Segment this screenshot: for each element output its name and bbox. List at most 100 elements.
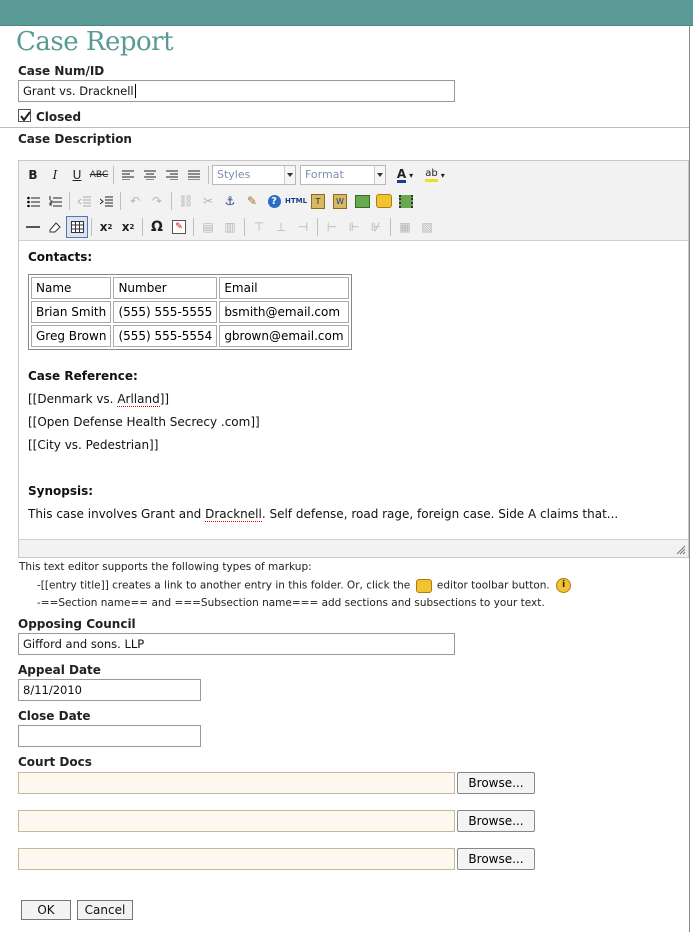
insert-row-before-icon[interactable]: ⊤: [248, 216, 270, 238]
table-cell: gbrown@email.com: [219, 325, 349, 347]
italic-icon[interactable]: I: [44, 164, 66, 186]
table-cell: (555) 555-5554: [113, 325, 218, 347]
case-num-label: Case Num/ID: [18, 64, 105, 78]
rich-text-editor[interactable]: B I U ABC Styles Format A ▾ ab ▾ ↶ ↷ ⛓ ✂ ⚓…: [18, 160, 689, 558]
appeal-date-label: Appeal Date: [18, 663, 101, 677]
divider: [0, 127, 689, 128]
closed-checkbox[interactable]: [18, 109, 31, 122]
case-num-input[interactable]: Grant vs. Dracknell: [18, 80, 455, 102]
insert-col-after-icon[interactable]: ⊩: [343, 216, 365, 238]
opposing-council-label: Opposing Council: [18, 617, 136, 631]
bold-icon[interactable]: B: [22, 164, 44, 186]
markup-help-intro: This text editor supports the following …: [19, 561, 312, 573]
toolbar-row-1: B I U ABC Styles Format A ▾ ab ▾: [22, 164, 450, 186]
markup-help-line-2: -==Section name== and ===Subsection name…: [37, 597, 545, 609]
entry-link-icon: [415, 578, 432, 593]
spelling-error: Dracknell: [205, 507, 262, 522]
styles-label: Styles: [217, 168, 251, 181]
browse-button[interactable]: Browse...: [457, 848, 535, 870]
opposing-council-input[interactable]: Gifford and sons. LLP: [18, 633, 455, 655]
special-character-icon[interactable]: Ω: [146, 216, 168, 238]
text-color-icon[interactable]: A ▾: [390, 164, 420, 186]
table-row: Brian Smith (555) 555-5555 bsmith@email.…: [31, 301, 349, 323]
table-header-cell: Name: [31, 277, 112, 299]
appeal-date-input[interactable]: 8/11/2010: [18, 679, 201, 701]
table-properties-icon[interactable]: ▤: [197, 216, 219, 238]
paste-word-icon[interactable]: W: [329, 190, 351, 212]
court-docs-label: Court Docs: [18, 755, 92, 769]
insert-media-icon[interactable]: [395, 190, 417, 212]
paste-text-icon[interactable]: T: [307, 190, 329, 212]
info-icon[interactable]: i: [556, 578, 572, 593]
browse-button[interactable]: Browse...: [457, 772, 535, 794]
delete-table-icon[interactable]: ▥: [219, 216, 241, 238]
file-path-input[interactable]: [18, 772, 455, 794]
close-date-input[interactable]: [18, 725, 201, 747]
synopsis-heading: Synopsis:: [28, 484, 94, 498]
align-right-icon[interactable]: [161, 164, 183, 186]
opposing-council-value: Gifford and sons. LLP: [23, 637, 145, 651]
align-justify-icon[interactable]: [183, 164, 205, 186]
resize-grip-icon[interactable]: [676, 545, 686, 555]
redo-icon[interactable]: ↷: [146, 190, 168, 212]
format-dropdown[interactable]: Format: [300, 165, 386, 185]
insert-image-icon[interactable]: [351, 190, 373, 212]
table-header-row: Name Number Email: [31, 277, 349, 299]
anchor-icon[interactable]: ⚓: [219, 190, 241, 212]
eraser-icon[interactable]: [44, 216, 66, 238]
markup-help-line-1: -[[entry title]] creates a link to anoth…: [37, 578, 572, 593]
file-path-input[interactable]: [18, 810, 455, 832]
subscript-icon[interactable]: x2: [95, 216, 117, 238]
table-cell: (555) 555-5555: [113, 301, 218, 323]
browse-button[interactable]: Browse...: [457, 810, 535, 832]
case-num-value: Grant vs. Dracknell: [23, 84, 134, 98]
toolbar-row-3: x2 x2 Ω ✎ ▤ ▥ ⊤ ⊥ ⊣ ⊢ ⊩ ⊮ ▦ ▧: [22, 216, 438, 238]
insert-col-before-icon[interactable]: ⊢: [321, 216, 343, 238]
toolbar-row-2: ↶ ↷ ⛓ ✂ ⚓ ✎ ? HTML T W: [22, 190, 417, 212]
insert-row-after-icon[interactable]: ⊥: [270, 216, 292, 238]
table-header-cell: Email: [219, 277, 349, 299]
spellcheck-icon[interactable]: ✎: [168, 216, 190, 238]
editor-content[interactable]: Contacts: Name Number Email Brian Smith …: [19, 240, 688, 540]
numbered-list-icon[interactable]: [44, 190, 66, 212]
undo-icon[interactable]: ↶: [124, 190, 146, 212]
synopsis-part: This case involves Grant and: [28, 507, 206, 521]
reference-item: [[City vs. Pedestrian]]: [28, 438, 159, 452]
top-banner: [0, 0, 693, 26]
align-center-icon[interactable]: [139, 164, 161, 186]
underline-icon[interactable]: U: [66, 164, 88, 186]
reference-text: ]]: [159, 392, 170, 406]
insert-entry-link-icon[interactable]: [373, 190, 395, 212]
merge-cells-icon[interactable]: ▧: [416, 216, 438, 238]
horizontal-rule-icon[interactable]: [22, 216, 44, 238]
split-cell-icon[interactable]: ▦: [394, 216, 416, 238]
strikethrough-icon[interactable]: ABC: [88, 164, 110, 186]
reference-item: [[Denmark vs. Arlland]]: [28, 392, 170, 407]
html-source-icon[interactable]: HTML: [285, 190, 307, 212]
reference-text: [[Denmark vs.: [28, 392, 118, 406]
html-source-label: HTML: [284, 197, 308, 205]
styles-dropdown[interactable]: Styles: [212, 165, 296, 185]
superscript-icon[interactable]: x2: [117, 216, 139, 238]
contacts-heading: Contacts:: [28, 250, 93, 264]
page-border: [689, 25, 690, 932]
link-icon[interactable]: ⛓: [175, 190, 197, 212]
closed-label: Closed: [36, 110, 82, 124]
unlink-icon[interactable]: ✂: [197, 190, 219, 212]
ok-button[interactable]: OK: [21, 900, 71, 920]
delete-col-icon[interactable]: ⊮: [365, 216, 387, 238]
indent-icon[interactable]: [95, 190, 117, 212]
table-cell: Greg Brown: [31, 325, 112, 347]
cancel-button[interactable]: Cancel: [77, 900, 133, 920]
bulleted-list-icon[interactable]: [22, 190, 44, 212]
help-icon[interactable]: ?: [263, 190, 285, 212]
case-reference-heading: Case Reference:: [28, 369, 138, 383]
reference-item: [[Open Defense Health Secrecy .com]]: [28, 415, 260, 429]
background-color-icon[interactable]: ab ▾: [420, 164, 450, 186]
align-left-icon[interactable]: [117, 164, 139, 186]
file-path-input[interactable]: [18, 848, 455, 870]
delete-row-icon[interactable]: ⊣: [292, 216, 314, 238]
format-painter-icon[interactable]: ✎: [241, 190, 263, 212]
table-icon[interactable]: [66, 216, 88, 238]
outdent-icon[interactable]: [73, 190, 95, 212]
